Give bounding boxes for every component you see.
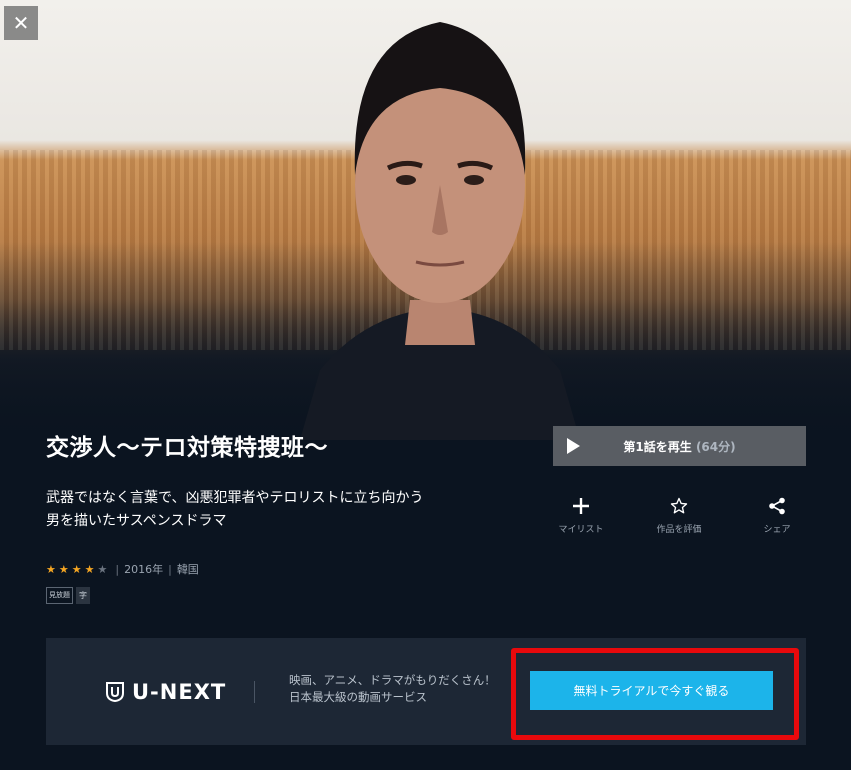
unlimited-badge: 見放題 (46, 587, 73, 604)
description-line: 武器ではなく言葉で、凶悪犯罪者やテロリストに立ち向かう (46, 490, 424, 506)
country: 韓国 (176, 563, 199, 576)
mylist-button[interactable]: マイリスト (546, 494, 616, 535)
share-icon (769, 497, 785, 515)
play-label: 第1話を再生 (64分) (623, 439, 736, 454)
close-button[interactable]: ✕ (4, 6, 38, 40)
rating-stars: ★★★★★ (46, 563, 110, 576)
promo-tagline: 映画、アニメ、ドラマがもりだくさん！ 日本最大級の動画サービス (289, 672, 496, 706)
actor-portrait (300, 22, 580, 440)
close-icon: ✕ (12, 11, 30, 35)
free-trial-button[interactable]: 無料トライアルで今すぐ観る (530, 671, 773, 710)
star-icon: ★ (84, 562, 98, 576)
rate-label: 作品を評価 (656, 525, 702, 535)
unext-shield-icon (106, 682, 124, 702)
logo-text: U-NEXT (132, 680, 227, 704)
mylist-label: マイリスト (558, 525, 604, 535)
divider (254, 681, 255, 703)
release-year: 2016年 (124, 563, 164, 576)
badges: 見放題 字 (46, 587, 90, 604)
share-label: シェア (763, 525, 791, 535)
action-bar: マイリスト 作品を評価 シェア (553, 494, 806, 538)
hero-image (0, 0, 851, 440)
subtitle-badge: 字 (76, 587, 90, 604)
meta-info: ★★★★★ | 2016年 | 韓国 (46, 561, 199, 577)
tagline-line: 日本最大級の動画サービス (289, 690, 427, 704)
rate-button[interactable]: 作品を評価 (644, 494, 714, 535)
star-icon: ★ (46, 562, 59, 576)
divider: | (115, 562, 120, 576)
page-title: 交渉人～テロ対策特捜班～ (46, 435, 328, 461)
star-empty-icon: ★ (97, 562, 111, 576)
divider: | (168, 562, 172, 576)
description-line: 男を描いたサスペンスドラマ (46, 513, 227, 529)
play-episode-button[interactable]: 第1話を再生 (64分) (553, 426, 806, 466)
star-outline-icon (670, 497, 688, 514)
description: 武器ではなく言葉で、凶悪犯罪者やテロリストに立ち向かう 男を描いたサスペンスドラ… (46, 487, 486, 533)
star-icon: ★ (71, 562, 85, 576)
share-button[interactable]: シェア (742, 494, 812, 535)
play-duration: (64分) (695, 439, 736, 454)
unext-logo: U-NEXT (106, 680, 226, 704)
tagline-line: 映画、アニメ、ドラマがもりだくさん！ (289, 673, 496, 687)
star-icon: ★ (58, 562, 72, 576)
plus-icon (573, 498, 589, 514)
